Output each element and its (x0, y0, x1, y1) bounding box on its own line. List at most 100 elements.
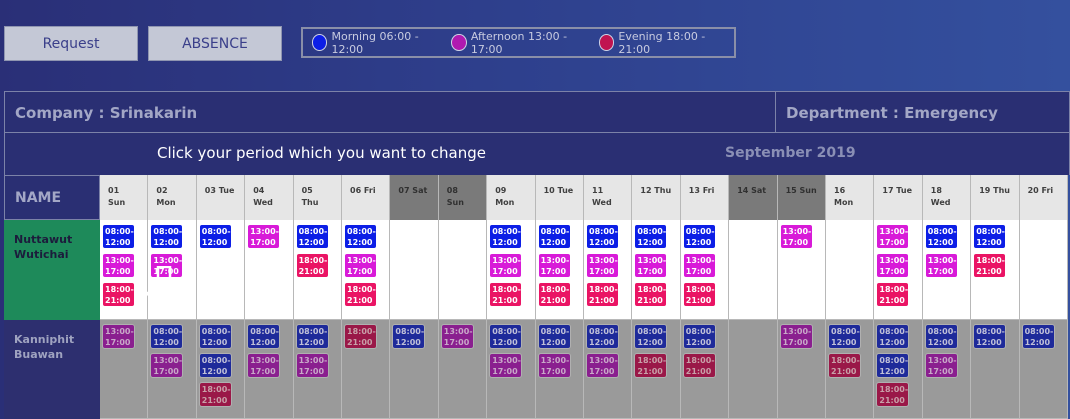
afternoon-shift[interactable]: 13:00-17:00 (682, 253, 716, 278)
evening-shift[interactable]: 18:00-21:00 (489, 282, 523, 307)
day-cell[interactable]: 08:00-12:00 13:00-17:00 (535, 320, 584, 419)
afternoon-shift[interactable]: 13:00-17:00 (634, 253, 668, 278)
day-cell[interactable] (729, 220, 778, 320)
morning-shift[interactable]: 08:00-12:00 (634, 224, 668, 249)
morning-shift[interactable]: 08:00-12:00 (150, 224, 184, 249)
day-cell[interactable]: 08:00-12:00 18:00-21:00 (680, 320, 730, 419)
day-cell[interactable]: 08:00-12:00 13:00-17:00 (922, 320, 972, 419)
afternoon-shift[interactable]: 13:00-17:00 (344, 253, 377, 278)
day-cell[interactable]: 08:00-12:00 18:00-21:00 (826, 320, 875, 419)
day-cell[interactable]: 18:00-21:00 (342, 320, 391, 419)
afternoon-shift[interactable]: 13:00-17:00 (924, 253, 958, 278)
afternoon-shift[interactable]: 13:00-17:00 (247, 353, 281, 378)
morning-shift[interactable]: 08:00-12:00 (344, 224, 377, 249)
day-cell[interactable]: 08:00-12:00 (1019, 320, 1068, 419)
day-cell[interactable] (438, 220, 488, 320)
day-cell[interactable]: 08:00-12:00 13:00-17:00 18:00-21:00 (535, 220, 584, 320)
day-cell[interactable]: 13:00-17:00 (438, 320, 488, 419)
afternoon-shift[interactable]: 13:00-17:00 (489, 353, 523, 378)
morning-shift[interactable]: 08:00-12:00 (973, 224, 1007, 249)
afternoon-shift[interactable]: 13:00-17:00 (440, 324, 474, 349)
evening-shift[interactable]: 18:00-21:00 (537, 282, 571, 307)
morning-shift[interactable]: 08:00-12:00 (586, 324, 619, 349)
day-cell[interactable]: 08:00-12:00 13:00-17:00 (148, 320, 197, 419)
morning-shift[interactable]: 08:00-12:00 (392, 324, 426, 349)
day-cell[interactable]: 08:00-12:00 13:00-17:00 (584, 320, 633, 419)
day-cell[interactable]: 13:00-17:00 13:00-17:00 18:00-21:00 (874, 220, 923, 320)
absence-button[interactable]: ABSENCE (148, 26, 282, 61)
afternoon-shift[interactable]: 13:00-17:00 (876, 224, 910, 249)
day-cell[interactable]: 13:00-17:00 (100, 320, 149, 419)
day-cell[interactable] (390, 220, 439, 320)
evening-shift[interactable]: 18:00-21:00 (198, 382, 232, 407)
day-cell[interactable]: 08:00-12:00 18:00-21:00 (632, 320, 681, 419)
afternoon-shift[interactable]: 13:00-17:00 (779, 224, 813, 249)
day-cell[interactable] (1019, 220, 1068, 320)
afternoon-shift[interactable]: 13:00-17:00 (150, 353, 184, 378)
day-cell[interactable]: 08:00-12:00 (971, 320, 1020, 419)
afternoon-shift[interactable]: 13:00-17:00 (876, 253, 910, 278)
day-cell[interactable]: 08:00-12:00 08:00-12:00 18:00-21:00 (196, 320, 246, 419)
day-cell[interactable]: 08:00-12:00 13:00-17:00 18:00-21:00 (100, 220, 149, 320)
request-button[interactable]: Request (4, 26, 138, 61)
morning-shift[interactable]: 08:00-12:00 (828, 324, 861, 349)
morning-shift[interactable]: 08:00-12:00 (634, 324, 668, 349)
evening-shift[interactable]: 18:00-21:00 (682, 282, 716, 307)
evening-shift[interactable]: 18:00-21:00 (876, 282, 910, 307)
morning-shift[interactable]: 08:00-12:00 (247, 324, 281, 349)
morning-shift[interactable]: 08:00-12:00 (295, 224, 329, 249)
morning-shift[interactable]: 08:00-12:00 (489, 324, 523, 349)
morning-shift[interactable]: 08:00-12:00 (537, 324, 571, 349)
day-cell[interactable]: 08:00-12:00 (390, 320, 439, 419)
evening-shift[interactable]: 18:00-21:00 (973, 253, 1007, 278)
evening-shift[interactable]: 18:00-21:00 (295, 253, 329, 278)
afternoon-shift[interactable]: 13:00-17:00 (247, 224, 281, 249)
evening-shift[interactable]: 18:00-21:00 (682, 353, 716, 378)
morning-shift[interactable]: 08:00-12:00 (1021, 324, 1055, 349)
day-cell[interactable]: 13:00-17:00 (777, 320, 826, 419)
day-cell[interactable]: 08:00-12:00 13:00-17:00 18:00-21:00 (342, 220, 391, 320)
morning-shift[interactable]: 08:00-12:00 (150, 324, 184, 349)
day-cell[interactable]: 08:00-12:00 13:00-17:00 18:00-21:00 (584, 220, 633, 320)
day-cell[interactable]: 08:00-12:00 13:00-17:00 (293, 320, 342, 419)
day-cell[interactable]: 13:00-17:00 (777, 220, 826, 320)
afternoon-shift[interactable]: 13:00-17:00 (102, 324, 135, 349)
evening-shift[interactable]: 18:00-21:00 (634, 282, 668, 307)
morning-shift[interactable]: 08:00-12:00 (924, 324, 958, 349)
morning-shift[interactable]: 08:00-12:00 (586, 224, 619, 249)
day-cell[interactable]: 08:00-12:00 13:00-17:00 18:00-21:00 (632, 220, 681, 320)
day-cell[interactable]: 08:00-12:00 13:00-17:00 (245, 320, 294, 419)
day-cell[interactable]: 08:00-12:00 13:00-17:00 18:00-21:00 (487, 220, 536, 320)
day-cell[interactable]: 08:00-12:00 08:00-12:00 18:00-21:00 (874, 320, 923, 419)
morning-shift[interactable]: 08:00-12:00 (537, 224, 571, 249)
afternoon-shift[interactable]: 13:00-17:00 (295, 353, 329, 378)
evening-shift[interactable]: 18:00-21:00 (344, 324, 377, 349)
morning-shift[interactable]: 08:00-12:00 (682, 324, 716, 349)
morning-shift[interactable]: 08:00-12:00 (876, 324, 910, 349)
afternoon-shift[interactable]: 13:00-17:00 (586, 253, 619, 278)
day-cell[interactable]: 13:00-17:00 (245, 220, 294, 320)
day-cell[interactable]: 08:00-12:00 18:00-21:00 (293, 220, 342, 320)
day-cell[interactable]: 08:00-12:00 13:00-17:00 18:00-21:00 (680, 220, 730, 320)
evening-shift[interactable]: 18:00-21:00 (876, 382, 910, 407)
morning-shift[interactable]: 08:00-12:00 (973, 324, 1007, 349)
evening-shift[interactable]: 18:00-21:00 (102, 282, 135, 307)
morning-shift[interactable]: 08:00-12:00 (489, 224, 523, 249)
morning-shift[interactable]: 08:00-12:00 (102, 224, 135, 249)
day-cell[interactable] (729, 320, 778, 419)
afternoon-shift[interactable]: 13:00-17:00 (924, 353, 958, 378)
day-cell[interactable]: 08:00-12:00 13:00-17:00 (487, 320, 536, 419)
afternoon-shift[interactable]: 13:00-17:00 (586, 353, 619, 378)
morning-shift[interactable]: 08:00-12:00 (924, 224, 958, 249)
afternoon-shift[interactable]: 13:00-17:00 (537, 253, 571, 278)
morning-shift[interactable]: 08:00-12:00 (198, 224, 232, 249)
morning-shift[interactable]: 08:00-12:00 (198, 353, 232, 378)
morning-shift[interactable]: 08:00-12:00 (876, 353, 910, 378)
afternoon-shift[interactable]: 13:00-17:00 (102, 253, 135, 278)
morning-shift[interactable]: 08:00-12:00 (295, 324, 329, 349)
afternoon-shift[interactable]: 13:00-17:00 (489, 253, 523, 278)
evening-shift[interactable]: 18:00-21:00 (634, 353, 668, 378)
afternoon-shift[interactable]: 13:00-17:00 (779, 324, 813, 349)
morning-shift[interactable]: 08:00-12:00 (198, 324, 232, 349)
evening-shift[interactable]: 18:00-21:00 (586, 282, 619, 307)
